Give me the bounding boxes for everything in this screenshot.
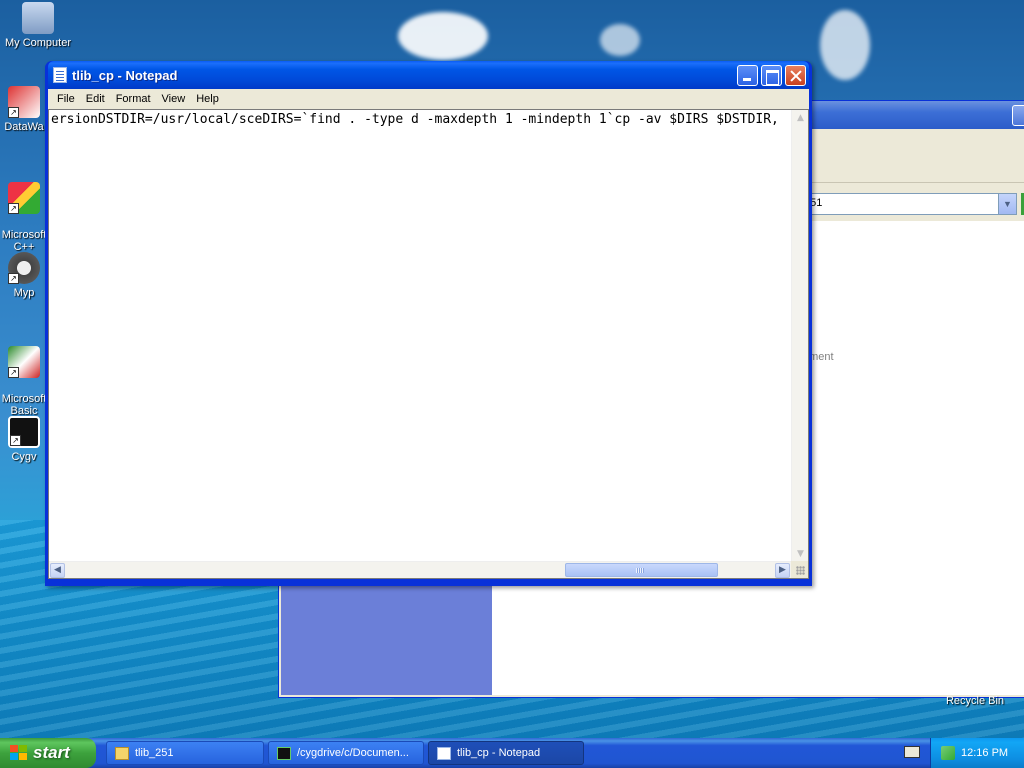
scroll-right-icon[interactable]: ▶	[775, 563, 790, 578]
cygwin-icon: ↗	[8, 416, 40, 448]
network-icon[interactable]	[941, 746, 955, 760]
scroll-down-icon[interactable]: ▼	[793, 547, 808, 562]
my-computer-icon	[22, 2, 54, 34]
notepad-window[interactable]: tlib_cp - Notepad File Edit Format View …	[45, 61, 812, 586]
start-label: start	[33, 743, 70, 762]
cygwin-icon	[277, 747, 291, 760]
scroll-left-icon[interactable]: ◀	[50, 563, 65, 578]
taskbar-item-explorer[interactable]: tlib_251	[106, 741, 264, 765]
visual-basic-icon: ↗	[8, 346, 40, 378]
folder-icon	[115, 747, 129, 760]
taskbar-item-cygwin[interactable]: /cygdrive/c/Documen...	[268, 741, 424, 765]
cloud	[820, 10, 870, 80]
myp-icon: ↗	[8, 252, 40, 284]
menu-view[interactable]: View	[157, 91, 191, 107]
address-bar[interactable]: 251 ▼	[799, 193, 1017, 215]
text-editor[interactable]: ersionDSTDIR=/usr/local/sceDIRS=`find . …	[48, 109, 809, 579]
menu-bar: File Edit Format View Help	[48, 89, 809, 109]
menu-format[interactable]: Format	[111, 91, 156, 107]
notepad-icon	[53, 67, 67, 83]
recycle-bin-label[interactable]: Recycle Bin	[944, 695, 1006, 707]
task-label: /cygdrive/c/Documen...	[297, 747, 409, 759]
datawa-icon: ↗	[8, 86, 40, 118]
task-label: tlib_cp - Notepad	[457, 747, 541, 759]
visual-cpp-icon: ↗	[8, 182, 40, 214]
maximize-button[interactable]	[761, 65, 782, 86]
minimize-button[interactable]	[737, 65, 758, 86]
menu-file[interactable]: File	[52, 91, 80, 107]
tasks-pane	[281, 583, 492, 695]
cloud	[600, 24, 640, 56]
cloud	[398, 12, 488, 60]
vertical-scrollbar[interactable]: ▲ ▼	[791, 110, 808, 563]
scroll-thumb[interactable]	[565, 563, 718, 577]
windows-logo-icon	[10, 745, 28, 761]
system-tray: 12:16 PM	[930, 738, 1024, 768]
horizontal-scrollbar[interactable]: ◀ ▶	[49, 561, 791, 578]
menu-help[interactable]: Help	[191, 91, 224, 107]
scroll-up-icon[interactable]: ▲	[793, 111, 808, 126]
close-button[interactable]	[785, 65, 806, 86]
desktop-icon-my-computer[interactable]: My Computer	[0, 2, 76, 49]
explorer-close-button[interactable]	[1012, 105, 1024, 126]
chevron-down-icon[interactable]: ▼	[998, 194, 1016, 214]
taskbar: start tlib_251 /cygdrive/c/Documen... tl…	[0, 738, 1024, 768]
resize-grip[interactable]	[791, 561, 808, 578]
taskbar-item-notepad[interactable]: tlib_cp - Notepad	[428, 741, 584, 765]
desktop-icon-label: My Computer	[4, 37, 72, 49]
clock[interactable]: 12:16 PM	[961, 747, 1008, 759]
start-button[interactable]: start	[0, 738, 96, 768]
notepad-icon	[437, 747, 451, 760]
notepad-title-bar[interactable]: tlib_cp - Notepad	[48, 61, 809, 89]
text-content[interactable]: ersionDSTDIR=/usr/local/sceDIRS=`find . …	[51, 112, 790, 558]
keyboard-icon[interactable]	[904, 746, 920, 758]
window-title: tlib_cp - Notepad	[72, 68, 178, 83]
menu-edit[interactable]: Edit	[81, 91, 110, 107]
task-label: tlib_251	[135, 747, 174, 759]
